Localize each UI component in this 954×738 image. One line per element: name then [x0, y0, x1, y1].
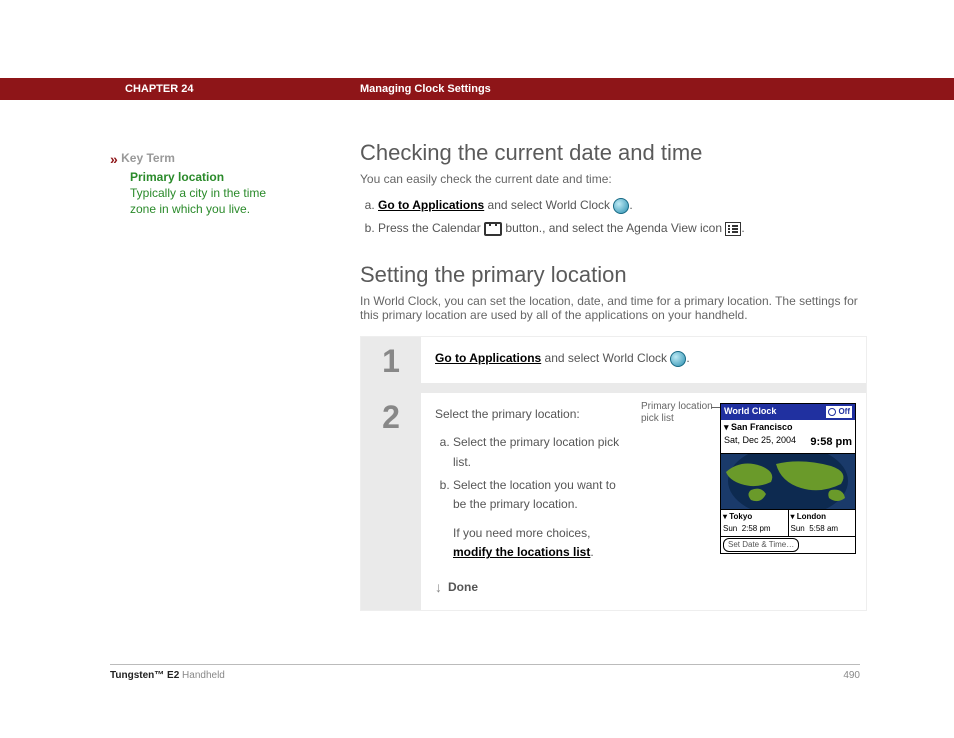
list-item: Select the location you want to be the p…	[453, 476, 625, 563]
go-to-applications-link[interactable]: Go to Applications	[435, 351, 541, 365]
calendar-icon	[484, 222, 502, 236]
text: .	[590, 545, 593, 559]
text: .	[686, 351, 689, 365]
world-map	[721, 454, 855, 509]
secondary-city-1[interactable]: Tokyo Sun 2:58 pm	[721, 510, 789, 536]
page-footer: Tungsten™ E2 Handheld 490	[110, 670, 860, 681]
city-name: London	[791, 511, 854, 523]
text: button., and select the Agenda View icon	[502, 221, 725, 235]
text: .	[629, 198, 632, 212]
city-time: 2:58 pm	[742, 524, 771, 533]
agenda-view-icon	[725, 222, 741, 236]
text: If you need more choices,	[453, 526, 590, 540]
step-row-1: 1 Go to Applications and select World Cl…	[361, 337, 866, 393]
section2-subtitle: In World Clock, you can set the location…	[360, 294, 860, 322]
device-title: World Clock	[724, 405, 776, 419]
step-content: Select the primary location: Select the …	[421, 393, 866, 609]
list-item: Select the primary location pick list.	[453, 433, 625, 471]
keyterm-marker-icon: »	[110, 150, 118, 169]
set-date-time-button[interactable]: Set Date & Time…	[723, 538, 799, 552]
section1-heading: Checking the current date and time	[360, 140, 860, 166]
world-clock-icon	[613, 198, 629, 214]
pick-list-callout: Primary location pick list	[641, 401, 721, 425]
text: and select World Clock	[541, 351, 670, 365]
product-name: Tungsten™ E2	[110, 670, 179, 681]
keyterm-term: Primary location	[130, 169, 280, 185]
chapter-title: Managing Clock Settings	[360, 83, 491, 95]
section1-list: Go to Applications and select World Cloc…	[360, 196, 860, 238]
device-date: Sat, Dec 25, 2004	[724, 434, 796, 451]
primary-location-picklist[interactable]: San Francisco	[724, 421, 793, 435]
chapter-header: CHAPTER 24 Managing Clock Settings	[0, 78, 954, 100]
alarm-off-badge: Off	[826, 406, 852, 418]
city-day: Sun	[791, 524, 805, 533]
down-arrow-icon: ↓	[435, 577, 442, 598]
page-number: 490	[843, 670, 860, 681]
text: Select the location you want to be the p…	[453, 478, 616, 511]
list-item: Press the Calendar button., and select t…	[378, 219, 860, 238]
device-screenshot: World Clock Off San Francisco Sat, Dec 2…	[720, 403, 856, 554]
device-time: 9:58 pm	[810, 434, 852, 451]
product-suffix: Handheld	[179, 670, 225, 681]
city-time: 5:58 am	[809, 524, 838, 533]
step-number: 1	[361, 337, 421, 383]
text: Press the Calendar	[378, 221, 484, 235]
step-row-2: 2 Select the primary location: Select th…	[361, 393, 866, 609]
world-clock-icon	[670, 351, 686, 367]
text: .	[741, 221, 744, 235]
step-number: 2	[361, 393, 421, 609]
steps-box: 1 Go to Applications and select World Cl…	[360, 336, 867, 610]
city-day: Sun	[723, 524, 737, 533]
done-marker: ↓ Done	[435, 577, 625, 598]
step-content: Go to Applications and select World Cloc…	[421, 337, 866, 383]
chapter-number: CHAPTER 24	[125, 83, 193, 95]
list-item: Go to Applications and select World Cloc…	[378, 196, 860, 215]
done-label: Done	[448, 578, 478, 596]
section2-heading: Setting the primary location	[360, 262, 860, 288]
main-content: Checking the current date and time You c…	[360, 140, 860, 611]
section1-subtitle: You can easily check the current date an…	[360, 172, 860, 186]
go-to-applications-link[interactable]: Go to Applications	[378, 198, 484, 212]
text: and select World Clock	[484, 198, 613, 212]
secondary-city-2[interactable]: London Sun 5:58 am	[789, 510, 856, 536]
city-name: Tokyo	[723, 511, 786, 523]
footer-divider	[110, 664, 860, 665]
step2-intro: Select the primary location:	[435, 405, 625, 423]
keyterm-label: Key Term	[121, 151, 175, 165]
keyterm-definition: Typically a city in the time zone in whi…	[130, 185, 280, 217]
modify-locations-link[interactable]: modify the locations list	[453, 545, 590, 559]
key-term-sidebar: » Key Term Primary location Typically a …	[110, 150, 280, 217]
